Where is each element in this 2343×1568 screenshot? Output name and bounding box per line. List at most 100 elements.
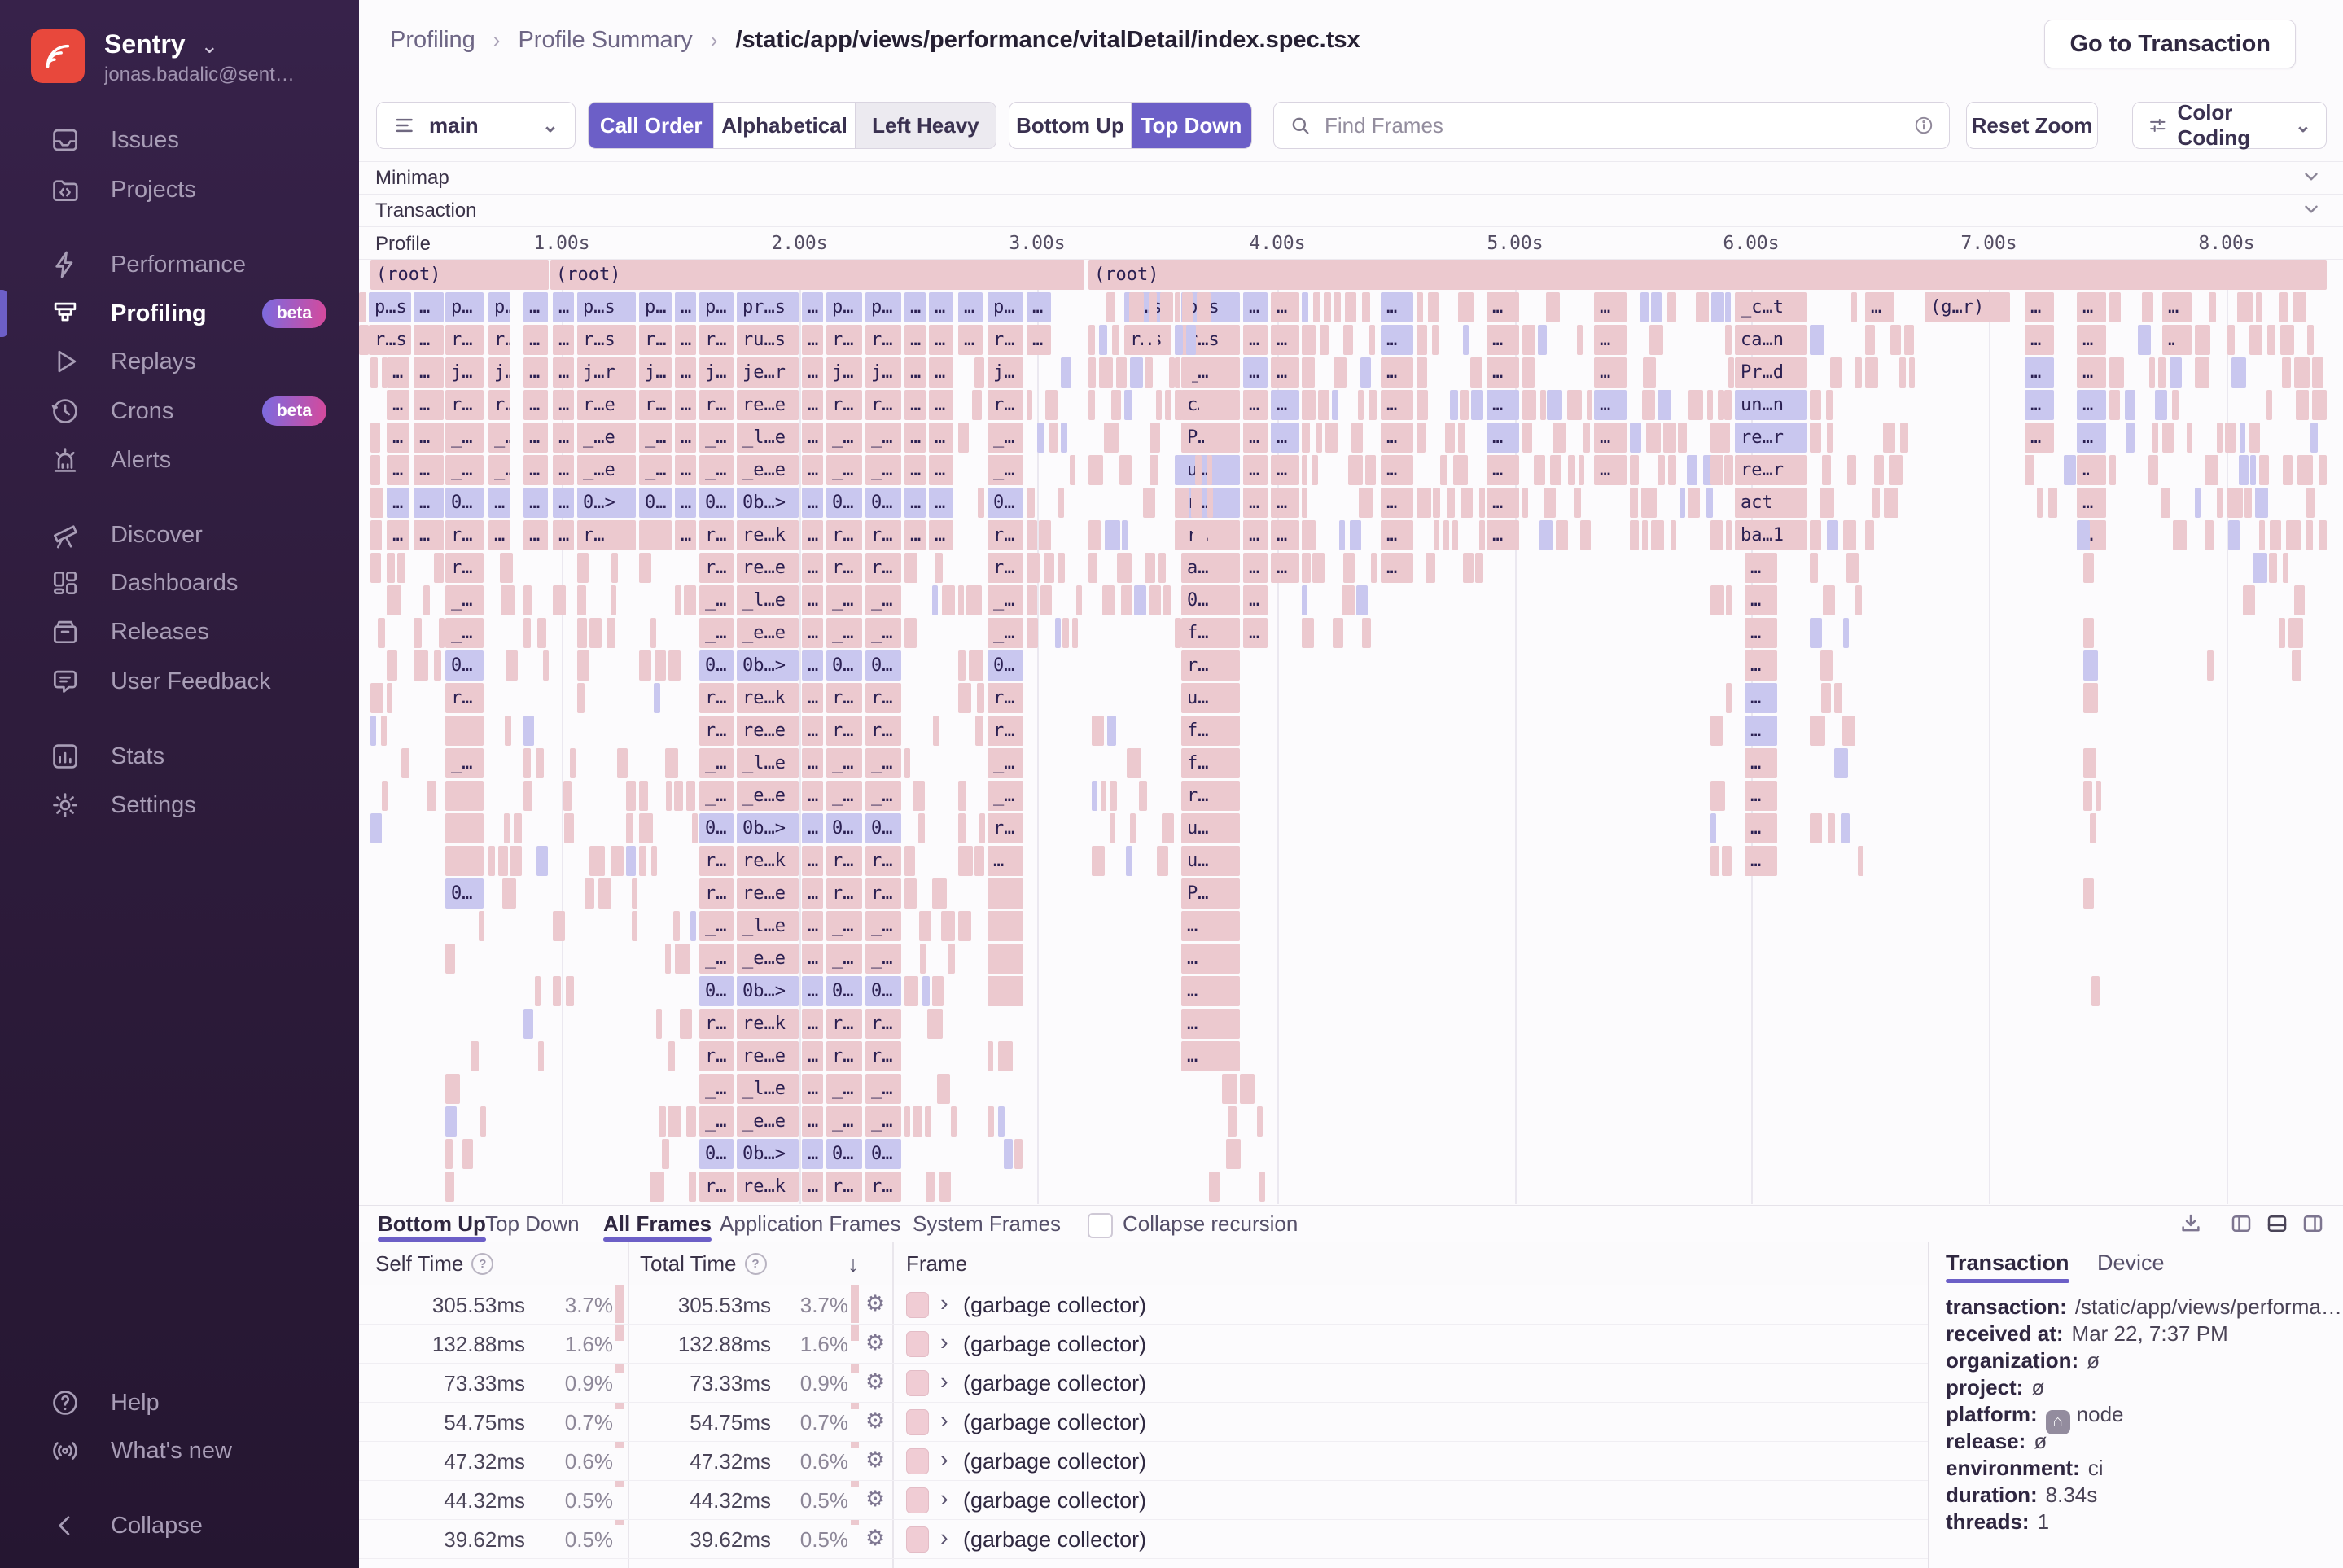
flame-cell[interactable] — [2048, 488, 2057, 518]
sidebar-item-help[interactable]: Help — [0, 1380, 359, 1426]
flame-cell[interactable] — [654, 683, 659, 713]
flame-cell[interactable] — [626, 781, 636, 811]
frame-name[interactable]: (garbage collector) — [963, 1488, 1146, 1513]
flame-cell[interactable] — [387, 683, 392, 713]
flame-cell[interactable]: r… — [988, 553, 1023, 583]
flame-cell[interactable] — [1049, 423, 1057, 453]
flame-cell[interactable]: _… — [445, 455, 484, 485]
flame-cell[interactable]: r… — [988, 813, 1023, 843]
flame-cell[interactable] — [904, 553, 917, 583]
go-to-transaction-button[interactable]: Go to Transaction — [2044, 20, 2296, 68]
sidebar-item-releases[interactable]: Releases — [0, 609, 359, 655]
flame-cell[interactable] — [505, 716, 511, 746]
flame-cell[interactable]: r… — [826, 716, 862, 746]
flame-cell[interactable]: … — [523, 325, 548, 355]
flame-cell[interactable]: re…e — [737, 878, 799, 909]
flame-cell[interactable] — [1453, 455, 1468, 485]
flame-cell[interactable] — [920, 944, 926, 974]
flame-cell[interactable]: … — [1487, 423, 1519, 453]
flame-cell[interactable] — [1348, 455, 1363, 485]
flame-cell[interactable] — [2109, 357, 2124, 388]
flame-cell[interactable] — [690, 911, 696, 941]
flame-cell[interactable] — [2205, 455, 2218, 485]
flame-cell[interactable]: _c…t — [1735, 292, 1807, 322]
flame-cell[interactable] — [1342, 585, 1354, 615]
find-frames-search[interactable] — [1273, 102, 1950, 149]
flame-cell[interactable]: … — [802, 553, 823, 583]
flame-cell[interactable] — [684, 585, 696, 615]
flame-cell[interactable]: … — [675, 357, 696, 388]
flame-cell[interactable]: r… — [699, 1041, 734, 1071]
flame-cell[interactable] — [2109, 292, 2121, 322]
flame-cell[interactable] — [1092, 846, 1105, 876]
flame-cell[interactable]: _l…e — [737, 911, 799, 941]
flame-cell[interactable] — [1417, 292, 1423, 322]
flame-cell[interactable] — [2083, 618, 2094, 648]
flame-cell[interactable] — [2319, 520, 2327, 550]
flame-cell[interactable]: … — [1487, 520, 1519, 550]
flame-cell[interactable] — [2162, 423, 2174, 453]
flame-cell[interactable]: … — [675, 292, 696, 322]
flame-cell[interactable] — [1175, 390, 1183, 420]
flame-cell[interactable] — [1827, 520, 1838, 550]
flame-cell[interactable] — [913, 781, 924, 811]
flame-cell[interactable]: 0… — [699, 976, 734, 1006]
flame-cell[interactable]: … — [1745, 585, 1777, 615]
flame-cell[interactable] — [2307, 325, 2313, 355]
flame-cell[interactable]: … — [802, 1172, 823, 1202]
flame-cell[interactable]: 0b…> — [737, 650, 799, 681]
sidebar-item-alerts[interactable]: Alerts — [0, 437, 359, 483]
flame-cell[interactable]: … — [802, 944, 823, 974]
flame-cell[interactable] — [1883, 423, 1895, 453]
layout-left-icon[interactable] — [2229, 1211, 2253, 1240]
flame-cell[interactable]: p… — [639, 292, 672, 322]
flame-cell[interactable]: r… — [699, 390, 734, 420]
flame-cell[interactable]: r… — [865, 390, 901, 420]
flame-cell[interactable]: r… — [639, 325, 672, 355]
flame-cell[interactable]: … — [1745, 813, 1777, 843]
flame-cell[interactable] — [1658, 390, 1672, 420]
flame-cell[interactable] — [1452, 520, 1458, 550]
flame-cell[interactable] — [1646, 423, 1661, 453]
flame-cell[interactable] — [1567, 390, 1583, 420]
flame-cell[interactable] — [1726, 585, 1732, 615]
flame-cell[interactable]: … — [523, 520, 548, 550]
flame-cell[interactable] — [639, 813, 653, 843]
flame-cell[interactable]: P… — [1181, 878, 1240, 909]
flame-cell[interactable]: … — [387, 520, 409, 550]
flame-cell[interactable]: un…n — [1735, 390, 1807, 420]
flame-cell[interactable]: … — [553, 455, 574, 485]
flame-cell[interactable]: r… — [865, 846, 901, 876]
sidebar-item-stats[interactable]: Stats — [0, 734, 359, 779]
flame-cell[interactable]: p…s — [369, 292, 411, 322]
flame-cell[interactable]: … — [2077, 423, 2106, 453]
flame-cell[interactable] — [2090, 455, 2097, 485]
flame-cell[interactable] — [1810, 520, 1821, 550]
flame-cell[interactable] — [1039, 520, 1051, 550]
sidebar-item-performance[interactable]: Performance — [0, 242, 359, 287]
flame-cell[interactable] — [632, 911, 637, 941]
flame-cell[interactable] — [2174, 325, 2180, 355]
flame-cell[interactable]: … — [802, 325, 823, 355]
flame-cell[interactable]: … — [1181, 944, 1240, 974]
sidebar-item-collapse[interactable]: Collapse — [0, 1503, 359, 1548]
flame-cell[interactable]: … — [414, 423, 444, 453]
flame-cell[interactable]: r… — [445, 325, 484, 355]
flame-cell[interactable]: … — [675, 488, 696, 518]
sidebar-item-settings[interactable]: Settings — [0, 782, 359, 828]
flame-cell[interactable]: … — [675, 423, 696, 453]
flame-cell[interactable] — [2270, 520, 2281, 550]
flame-cell[interactable] — [577, 650, 589, 681]
flame-cell[interactable] — [1004, 1139, 1013, 1169]
flame-cell[interactable]: r… — [445, 553, 484, 583]
flame-cell[interactable] — [370, 683, 383, 713]
flame-cell[interactable] — [1165, 390, 1172, 420]
flame-cell[interactable]: j… — [445, 357, 484, 388]
flame-cell[interactable]: 0… — [865, 650, 901, 681]
table-row[interactable]: 47.32ms0.6%47.32ms0.6%⚙›(garbage collect… — [359, 1441, 1928, 1481]
flame-cell[interactable] — [1568, 455, 1575, 485]
flame-cell[interactable] — [359, 325, 369, 355]
flame-cell[interactable]: … — [802, 390, 823, 420]
flame-cell[interactable] — [1102, 585, 1115, 615]
flame-cell[interactable]: … — [1487, 488, 1519, 518]
